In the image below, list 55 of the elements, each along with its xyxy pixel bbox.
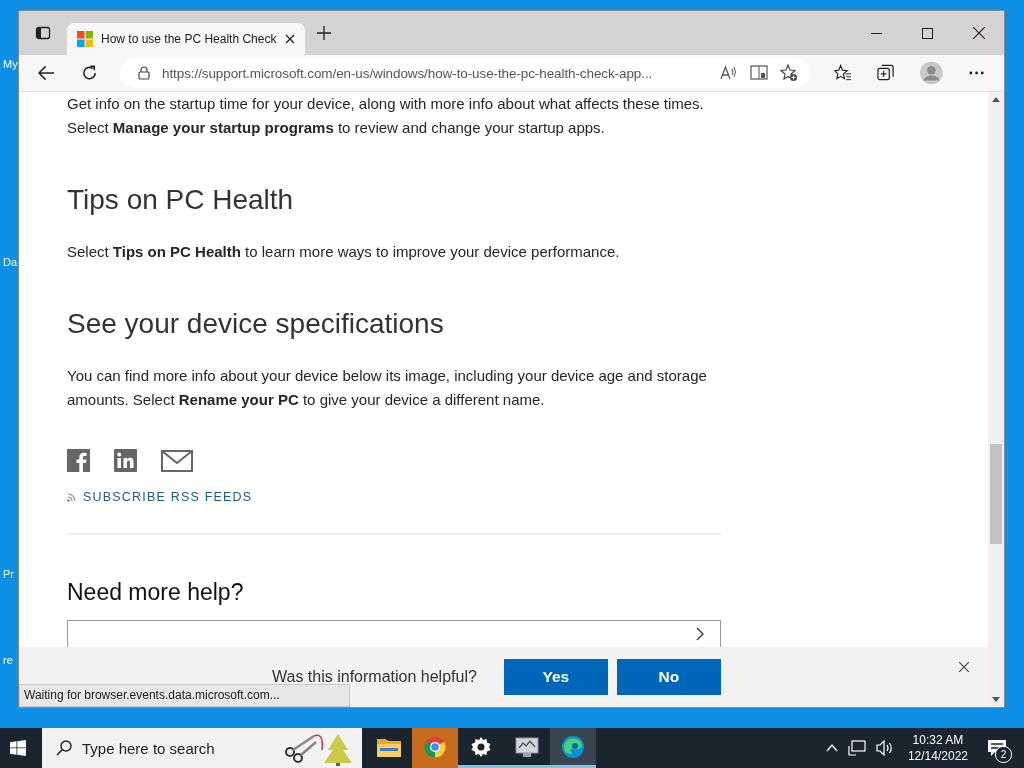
clock-time[interactable]: 10:32 AM [912,732,964,748]
profile-avatar-icon[interactable] [920,61,943,85]
feedback-button[interactable]: No [616,659,721,695]
folder-icon [377,736,401,757]
windows-logo-icon [77,31,93,47]
maximize-icon[interactable] [922,27,933,39]
section-heading: Tips on PC Health [67,183,294,217]
facebook-icon[interactable] [67,449,90,472]
feedback-button[interactable]: Yes [503,659,608,695]
scrollbar[interactable] [988,92,1004,707]
search-icon [56,740,72,756]
email-icon[interactable] [161,449,193,472]
monitor-icon [515,735,539,758]
windows-start-icon[interactable] [10,740,26,756]
back-icon[interactable] [38,65,56,81]
rss-icon [67,492,77,502]
article-paragraph: Select Tips on PC Health to learn more ways to improve your device performance. [67,242,621,262]
tab-title: How to use the PC Health Check [101,32,277,46]
more-options-icon[interactable] [968,71,984,75]
tray-chevron-icon[interactable] [825,744,838,752]
browser-tab[interactable]: How to use the PC Health Check [67,23,305,55]
url-text: https://support.microsoft.com/en-us/windows/how-to-use-the-pc-health-check-app... [162,65,654,81]
close-icon[interactable] [959,662,969,672]
reader-view-icon[interactable] [750,65,769,81]
network-icon[interactable] [847,740,866,756]
lock-icon [138,66,151,80]
section-heading: See your device specifications [67,307,444,341]
clock-date[interactable]: 12/14/2022 [907,748,968,764]
refresh-icon[interactable] [81,64,99,82]
collections-icon[interactable] [877,64,895,82]
gear-icon [471,736,491,757]
feedback-question: Was this information helpful? [272,668,477,686]
help-heading: Need more help? [67,579,244,606]
status-bar: Waiting for browser.events.data.microsoft.com... [19,684,350,707]
add-favorite-icon[interactable] [780,64,799,82]
address-bar[interactable]: https://support.microsoft.com/en-us/windows/how-to-use-the-pc-health-check-app... [120,58,811,88]
taskbar-search-field[interactable]: Type here to search [42,728,362,768]
rss-link[interactable]: SUBSCRIBE RSS FEEDS [67,490,253,504]
scrollbar-thumb[interactable] [990,444,1002,544]
close-icon[interactable] [973,27,985,39]
scroll-down-icon[interactable] [992,697,1000,702]
read-aloud-icon[interactable] [720,65,739,81]
close-icon[interactable] [285,34,295,44]
linkedin-icon[interactable] [114,449,137,472]
chrome-icon [424,735,446,758]
tab-actions-icon[interactable] [35,25,51,41]
notification-count-badge: 2 [995,746,1012,763]
new-tab-icon[interactable] [317,26,331,40]
edge-icon [561,734,585,759]
scroll-up-icon[interactable] [992,97,1000,102]
favorites-icon[interactable] [834,64,852,82]
volume-icon[interactable] [875,740,894,756]
chevron-right-icon [696,627,704,641]
article-paragraph: You can find more info about your device below its image, including your device age and storage amounts. Select Rename your PC to give your device a different name. [67,366,707,410]
article-paragraph: Get info on the startup time for your device, along with more info about what affects these times. Select Manage your startup programs to review and change your startup apps. [67,94,705,138]
